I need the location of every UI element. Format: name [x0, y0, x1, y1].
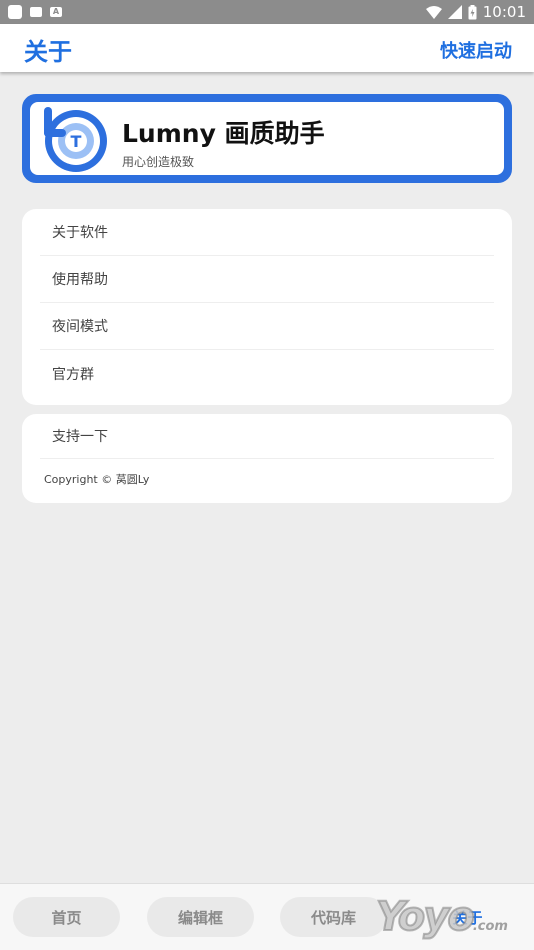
nav-home-button[interactable]: 首页 [13, 897, 120, 937]
watermark-text: Yoyo [375, 893, 476, 941]
svg-text:T: T [71, 132, 82, 151]
notification-square-icon [8, 5, 22, 19]
menu-item-help[interactable]: 使用帮助 [40, 256, 494, 303]
page-title: 关于 [24, 38, 72, 66]
status-bar: A 10:01 [0, 0, 534, 24]
signal-icon [447, 5, 462, 19]
wifi-icon [425, 5, 442, 19]
battery-icon [468, 4, 477, 19]
nav-editor-button[interactable]: 编辑框 [147, 897, 254, 937]
copyright-text: Copyright © 莴圆Ly [44, 473, 150, 486]
app-slogan: 用心创造极致 [122, 155, 195, 169]
nav-code-library-button[interactable]: 代码库 [280, 897, 387, 937]
menu-item-official-group[interactable]: 官方群 [40, 350, 494, 397]
menu-item-night-mode[interactable]: 夜间模式 [40, 303, 494, 350]
settings-menu-card: 关于软件 使用帮助 夜间模式 官方群 [22, 209, 512, 405]
notification-card-icon [30, 7, 42, 17]
app-name: Lumny 画质助手 [122, 119, 325, 148]
support-card: 支持一下 Copyright © 莴圆Ly [22, 414, 512, 503]
menu-item-support[interactable]: 支持一下 [40, 414, 494, 459]
watermark-logo: Yoyo.com [375, 893, 508, 941]
watermark-suffix: .com [472, 919, 508, 934]
menu-item-about-software[interactable]: 关于软件 [40, 209, 494, 256]
app-header: 关于 快速启动 [0, 24, 534, 72]
quick-launch-button[interactable]: 快速启动 [440, 37, 512, 63]
app-logo-icon: T [44, 107, 107, 172]
notification-a-icon: A [50, 7, 62, 17]
app-info-card: T Lumny 画质助手 用心创造极致 [22, 94, 512, 183]
status-time: 10:01 [482, 3, 526, 21]
